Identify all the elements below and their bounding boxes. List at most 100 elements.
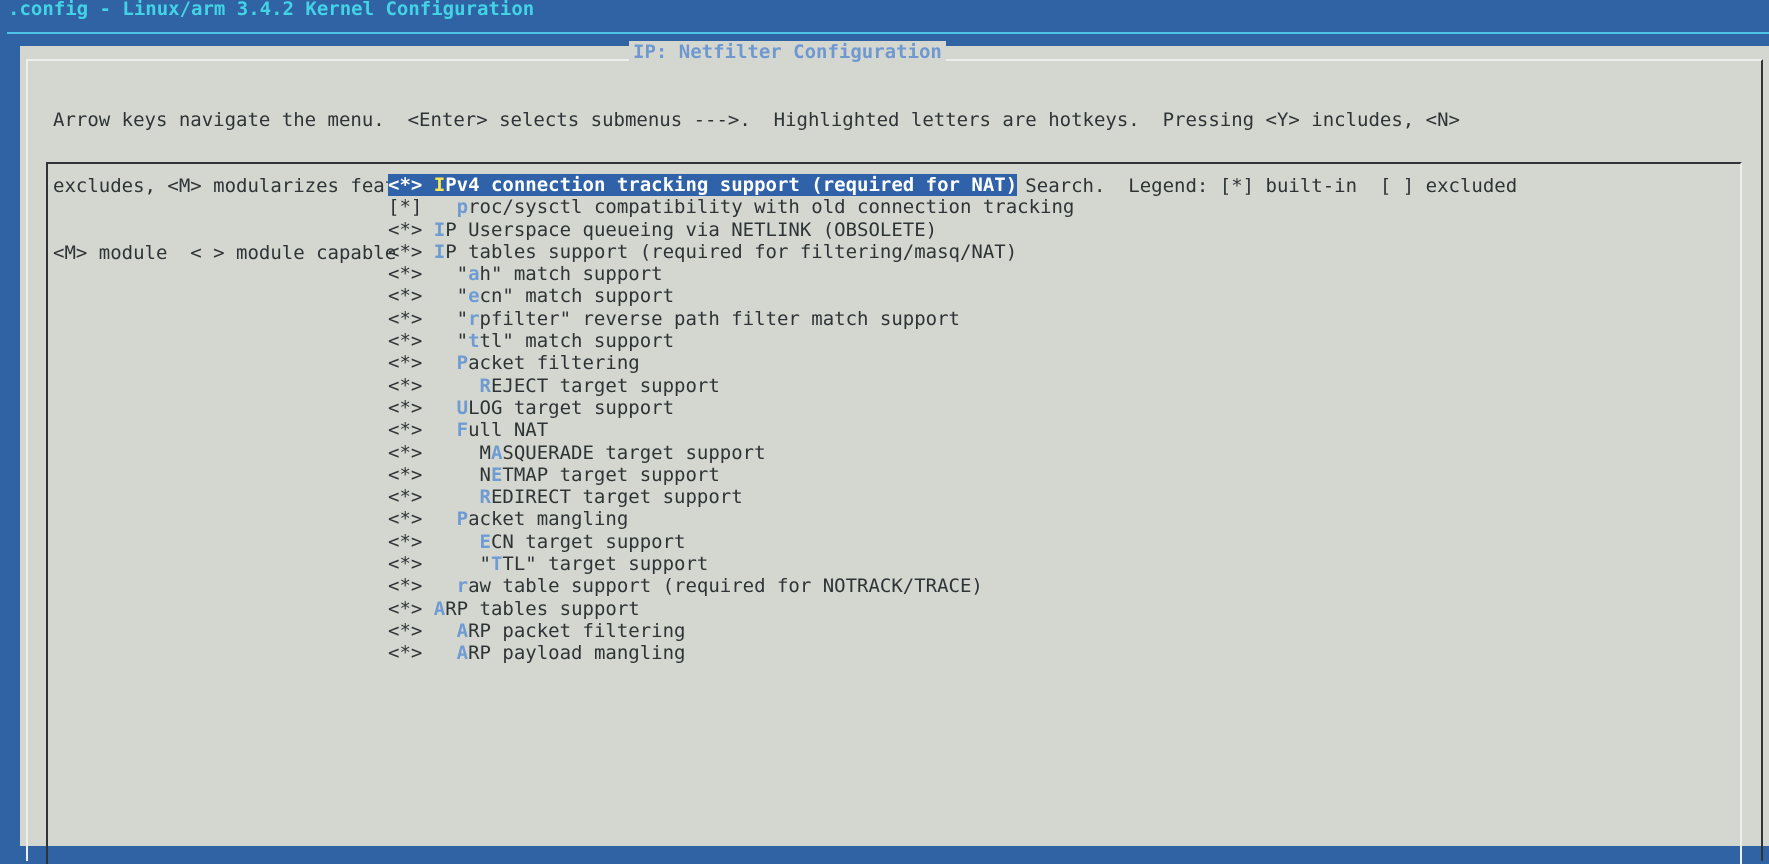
menu-item-prefix (422, 531, 479, 553)
menu-item[interactable]: [*] proc/sysctl compatibility with old c… (388, 196, 1074, 218)
menu-item[interactable]: <*> ARP tables support (388, 598, 1074, 620)
menu-item[interactable]: <*> Packet filtering (388, 352, 1074, 374)
menu-item-state: <*> (388, 240, 423, 263)
menu-item-state: <*> (388, 508, 423, 531)
menu-item-state: <*> (388, 285, 423, 308)
menu-item-hotkey: t (468, 330, 480, 353)
menu-item-hotkey: P (456, 352, 469, 375)
menu-item-state: <*> (388, 619, 423, 642)
menu-item-prefix: N (422, 463, 491, 486)
menu-item-hotkey: A (433, 597, 446, 620)
menu-item-state: <*> (388, 463, 423, 486)
menu-item-prefix (422, 419, 456, 441)
menu-item-hotkey: r (456, 575, 469, 598)
menu-item[interactable]: <*> "ah" match support (388, 263, 1074, 285)
menu-item[interactable]: <*> Packet mangling (388, 508, 1074, 530)
menu-item-hotkey: U (456, 396, 469, 419)
menu-item[interactable]: <*> IP Userspace queueing via NETLINK (O… (388, 219, 1074, 241)
menu-item-label: EJECT target support (490, 374, 720, 397)
menu-item-hotkey: I (433, 218, 446, 241)
menu-item-label: Pv4 connection tracking support (require… (445, 174, 1018, 196)
menu-item-prefix (422, 375, 479, 397)
menu-item-label: TL" target support (502, 553, 709, 576)
menu-item[interactable]: <*> ARP payload mangling (388, 642, 1074, 664)
menu-item-prefix: " (422, 263, 469, 286)
menu-item-label: EDIRECT target support (490, 486, 743, 509)
menu-item-state: <*> (388, 218, 423, 241)
menu-item-state: <*> (388, 553, 423, 576)
window-title: .config - Linux/arm 3.4.2 Kernel Configu… (8, 0, 535, 20)
menu-item[interactable]: <*> "rpfilter" reverse path filter match… (388, 308, 1074, 330)
menu-item-label: ull NAT (468, 419, 549, 442)
menu-item-state: <*> (388, 330, 423, 353)
menu-item-state: [*] (388, 196, 423, 219)
menu-item-state: <*> (388, 352, 423, 375)
menu-item[interactable]: <*> REDIRECT target support (388, 486, 1074, 508)
menu-item-hotkey: p (456, 196, 469, 219)
menu-item-state: <*> (388, 263, 423, 286)
help-line: Arrow keys navigate the menu. <Enter> se… (53, 108, 1460, 131)
menu-item-hotkey: F (456, 419, 469, 442)
menu-item-state: <*> (388, 419, 423, 442)
menu-item[interactable]: <*> IP tables support (required for filt… (388, 241, 1074, 263)
menu-item-label: RP packet filtering (468, 619, 686, 642)
menu-item-state: <*> (388, 441, 423, 464)
menu-item-state: <*> (388, 597, 423, 620)
menu-item-state: <*> (388, 396, 423, 419)
menu-item-prefix: " (422, 330, 469, 353)
menu-item[interactable]: <*> "ecn" match support (388, 285, 1074, 307)
menu-item[interactable]: <*> MASQUERADE target support (388, 442, 1074, 464)
menu-item-state: <*> (388, 486, 423, 509)
menu-item-prefix: " (422, 307, 469, 330)
menu-item[interactable]: <*> NETMAP target support (388, 464, 1074, 486)
menu-item-label: roc/sysctl compatibility with old connec… (468, 196, 1075, 219)
menu-item-prefix (422, 196, 456, 218)
menu-item-hotkey: R (479, 486, 491, 509)
menu-item-label: CN target support (490, 530, 686, 553)
menu-item-hotkey: A (456, 642, 469, 665)
menu-item-state: <*> (388, 575, 423, 598)
menu-item-prefix: " (422, 553, 491, 576)
menu-item-hotkey: I (433, 240, 446, 263)
menu-item-hotkey: E (479, 530, 491, 553)
menu-item-prefix (422, 241, 433, 263)
menu-item[interactable]: <*> "TTL" target support (388, 553, 1074, 575)
menu-item-prefix: M (422, 441, 491, 464)
menu-item-label: tl" match support (479, 330, 675, 353)
menu-item-prefix (422, 575, 456, 597)
menu-item-hotkey: r (468, 307, 480, 330)
menu-item[interactable]: <*> REJECT target support (388, 375, 1074, 397)
menu-item[interactable]: <*> IPv4 connection tracking support (re… (388, 174, 1018, 197)
menu-item[interactable]: <*> ARP packet filtering (388, 620, 1074, 642)
menu-item-prefix (422, 508, 456, 530)
menu-item-state: <*> (388, 374, 423, 397)
menu-item-prefix: " (422, 285, 469, 308)
menu-item-hotkey: T (490, 553, 503, 576)
menu-item-prefix (422, 219, 433, 241)
menu-item-label: RP tables support (445, 597, 640, 620)
menu-item[interactable]: <*> raw table support (required for NOTR… (388, 575, 1074, 597)
menu-item-hotkey: A (456, 619, 469, 642)
menu-item-prefix (422, 620, 456, 642)
menu-item-hotkey: I (433, 174, 446, 196)
menu-item[interactable]: <*> ULOG target support (388, 397, 1074, 419)
menu-item[interactable]: <*> ECN target support (388, 531, 1074, 553)
menu-item-label: P Userspace queueing via NETLINK (OBSOLE… (445, 218, 938, 241)
menu-item-label: acket filtering (468, 352, 640, 375)
menu-item-label: aw table support (required for NOTRACK/T… (468, 575, 983, 598)
menu-item-label: TMAP target support (502, 463, 720, 486)
menu-item-label: SQUERADE target support (502, 441, 766, 464)
menu-item-label: h" match support (479, 263, 663, 286)
menu-list: <*> IPv4 connection tracking support (re… (388, 174, 1074, 665)
menu-item-label: acket mangling (468, 508, 629, 531)
menu-item-label: pfilter" reverse path filter match suppo… (479, 307, 960, 330)
menu-item-prefix (422, 174, 433, 196)
menu-item[interactable]: <*> Full NAT (388, 419, 1074, 441)
menu-item-state: <*> (388, 642, 423, 665)
menu-item-state: <*> (388, 307, 423, 330)
menu-item-hotkey: a (468, 263, 480, 286)
menu-item-hotkey: A (490, 441, 503, 464)
menu-item[interactable]: <*> "ttl" match support (388, 330, 1074, 352)
menu-item-label: P tables support (required for filtering… (445, 240, 1018, 263)
menu-item-hotkey: E (490, 463, 503, 486)
